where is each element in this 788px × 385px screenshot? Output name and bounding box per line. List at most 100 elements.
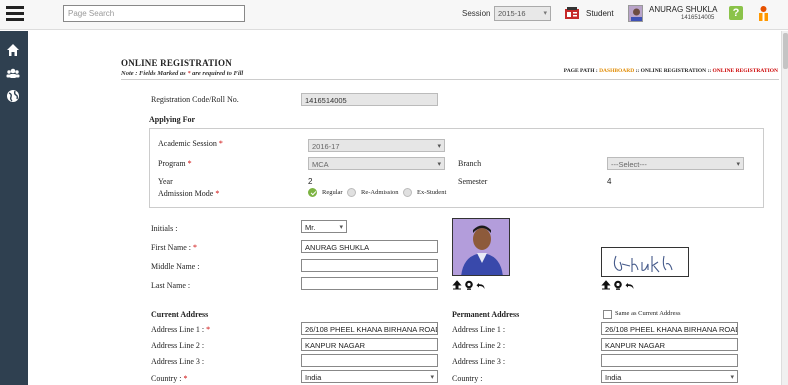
user-roll: 1416514005	[681, 15, 715, 21]
note-prefix: Note : Fields Marked as	[121, 70, 188, 77]
current-line2-field[interactable]: KANPUR NAGAR	[301, 338, 438, 351]
photo-tools	[452, 280, 486, 292]
permanent-line1-field[interactable]: 26/108 PHEEL KHANA BIRHANA ROAD	[601, 322, 738, 335]
last-name-field[interactable]	[301, 277, 438, 290]
scrollbar-thumb[interactable]	[783, 33, 788, 69]
user-name: ANURAG SHUKLA	[649, 5, 718, 14]
admission-mode-label: Admission Mode *	[158, 189, 219, 198]
required-star: *	[218, 139, 223, 148]
hamburger-icon[interactable]	[6, 6, 24, 22]
chevron-down-icon: ▾	[437, 161, 441, 168]
branch-label: Branch	[458, 159, 482, 168]
same-as-current-label: Same as Current Address	[615, 310, 681, 317]
first-name-field[interactable]: ANURAG SHUKLA	[301, 240, 438, 253]
undo-icon[interactable]	[625, 280, 635, 290]
academic-session-label-text: Academic Session	[158, 139, 217, 148]
chevron-down-icon: ▾	[736, 161, 740, 168]
session-label: Session	[462, 9, 491, 18]
academic-session-label: Academic Session *	[158, 139, 223, 148]
last-name-label: Last Name :	[151, 281, 191, 290]
permanent-address-heading: Permanent Address	[452, 310, 520, 319]
same-as-current-checkbox[interactable]	[603, 310, 612, 319]
semester-label: Semester	[458, 177, 488, 186]
chevron-down-icon: ▾	[730, 374, 734, 381]
first-name-label-text: First Name :	[151, 243, 191, 252]
user-menu-icon[interactable]	[756, 5, 771, 22]
session-value: 2015-16	[498, 9, 526, 18]
applying-for-heading: Applying For	[149, 115, 196, 124]
current-line3-label: Address Line 3 :	[151, 357, 205, 366]
chevron-down-icon: ▾	[430, 374, 434, 381]
home-icon[interactable]	[6, 43, 20, 57]
middle-name-label: Middle Name :	[151, 262, 200, 271]
student-icon[interactable]	[564, 6, 580, 20]
permanent-line2-label: Address Line 2 :	[452, 341, 506, 350]
academic-session-value: 2016-17	[312, 142, 340, 151]
reg-code-label: Registration Code/Roll No.	[151, 95, 239, 104]
current-line1-label: Address Line 1 : *	[151, 325, 210, 334]
radio-ex-student-label: Ex-Student	[417, 189, 447, 196]
radio-readmission-label: Re-Admission	[361, 189, 399, 196]
semester-value: 4	[607, 177, 612, 186]
radio-readmission[interactable]	[347, 188, 356, 197]
initials-select[interactable]: Mr. ▾	[301, 220, 347, 233]
academic-session-select[interactable]: 2016-17 ▾	[308, 139, 445, 152]
page-search-input[interactable]: Page Search	[63, 5, 245, 22]
breadcrumb-dashboard-link[interactable]: DASHBOARD	[599, 68, 634, 74]
avatar[interactable]	[628, 5, 643, 22]
sidebar	[0, 31, 28, 385]
current-line2-label: Address Line 2 :	[151, 341, 205, 350]
student-label[interactable]: Student	[586, 9, 614, 18]
radio-regular-label: Regular	[322, 189, 343, 196]
chevron-down-icon: ▾	[339, 224, 343, 231]
first-name-label: First Name : *	[151, 243, 197, 252]
required-star: *	[215, 189, 220, 198]
undo-icon[interactable]	[476, 280, 486, 290]
breadcrumb-mid[interactable]: ONLINE REGISTRATION	[641, 68, 706, 74]
branch-value: ---Select---	[611, 160, 647, 169]
scrollbar[interactable]	[781, 31, 788, 385]
middle-name-field[interactable]	[301, 259, 438, 272]
chevron-down-icon: ▾	[437, 143, 441, 150]
radio-ex-student[interactable]	[403, 188, 412, 197]
chevron-down-icon: ▾	[543, 10, 547, 17]
branch-select[interactable]: ---Select--- ▾	[607, 157, 744, 170]
year-label: Year	[158, 177, 173, 186]
permanent-country-label: Country :	[452, 374, 483, 383]
signature-preview	[601, 247, 689, 277]
help-icon[interactable]: ?	[729, 6, 743, 20]
upload-icon[interactable]	[601, 280, 611, 290]
permanent-country-value: India	[605, 373, 622, 382]
breadcrumb: PAGE PATH : DASHBOARD :: ONLINE REGISTRA…	[564, 68, 778, 74]
current-country-select[interactable]: India ▾	[301, 370, 438, 383]
permanent-line1-label: Address Line 1 :	[452, 325, 506, 334]
required-star: *	[187, 159, 192, 168]
current-country-value: India	[305, 373, 322, 382]
upload-icon[interactable]	[452, 280, 462, 290]
session-select[interactable]: 2015-16 ▾	[494, 6, 551, 21]
current-line1-field[interactable]: 26/108 PHEEL KHANA BIRHANA ROAD	[301, 322, 438, 335]
webcam-icon[interactable]	[613, 280, 623, 290]
current-country-label: Country : *	[151, 374, 187, 383]
current-country-label-text: Country :	[151, 374, 182, 383]
permanent-line2-field[interactable]: KANPUR NAGAR	[601, 338, 738, 351]
required-star: *	[206, 325, 211, 334]
program-select[interactable]: MCA ▾	[308, 157, 445, 170]
reg-code-field: 1416514005	[301, 93, 438, 106]
permanent-line3-field[interactable]	[601, 354, 738, 367]
webcam-icon[interactable]	[464, 280, 474, 290]
permanent-country-select[interactable]: India ▾	[601, 370, 738, 383]
users-icon[interactable]	[6, 66, 20, 80]
divider	[121, 79, 779, 80]
current-line1-label-text: Address Line 1 :	[151, 325, 205, 334]
current-line3-field[interactable]	[301, 354, 438, 367]
permanent-line3-label: Address Line 3 :	[452, 357, 506, 366]
required-star: *	[183, 374, 188, 383]
admission-mode-label-text: Admission Mode	[158, 189, 214, 198]
initials-label: Initials :	[151, 224, 178, 233]
globe-icon[interactable]	[6, 89, 20, 103]
signature-tools	[601, 280, 635, 292]
radio-regular[interactable]	[308, 188, 317, 197]
note-suffix: are required to Fill	[190, 70, 244, 77]
initials-value: Mr.	[305, 223, 316, 232]
